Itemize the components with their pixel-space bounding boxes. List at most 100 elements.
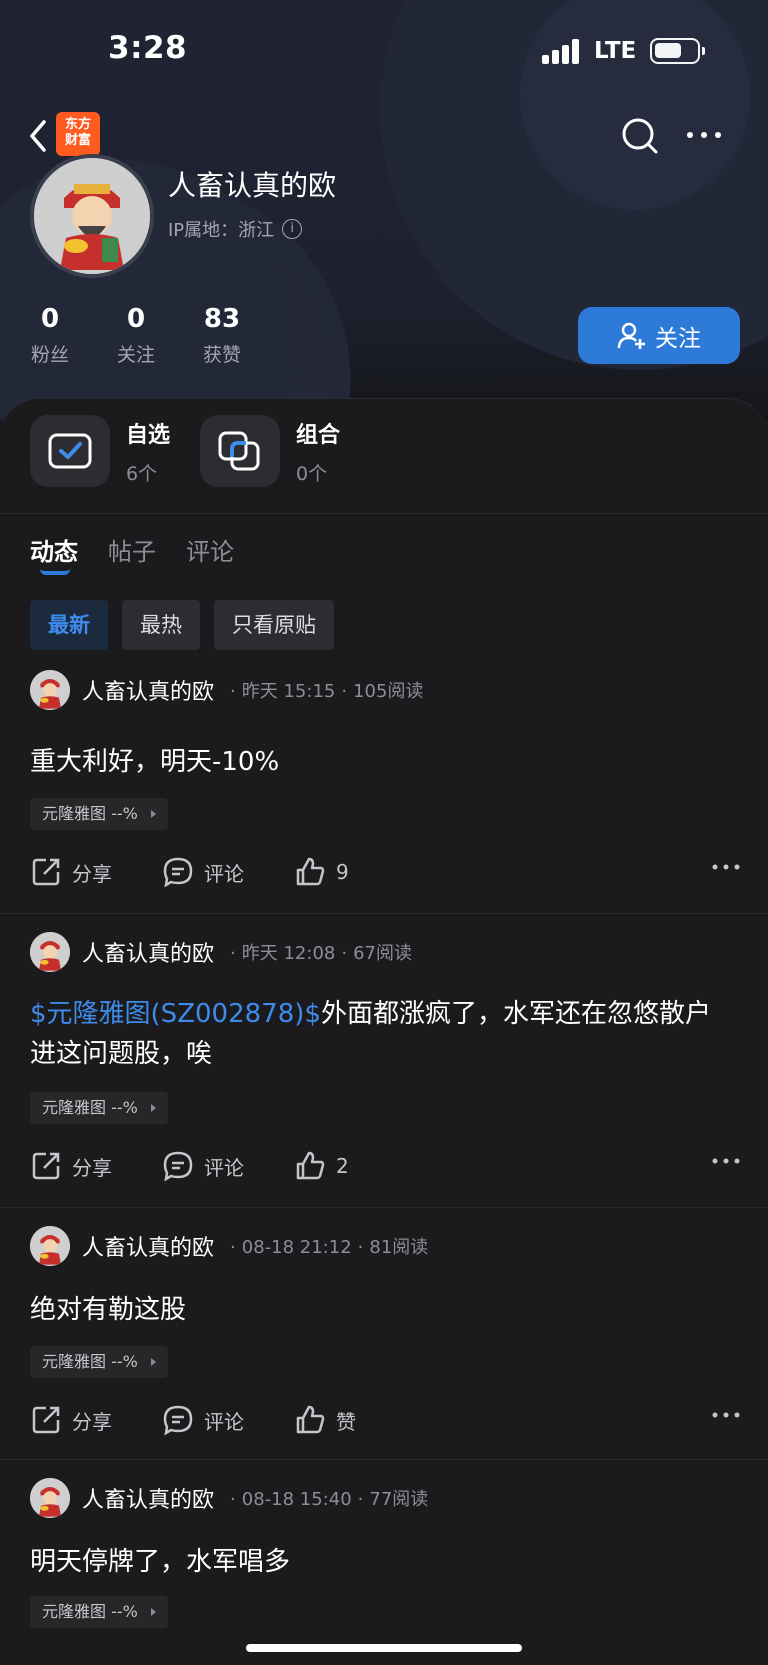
like-button[interactable]: 2	[294, 1150, 349, 1182]
list-item[interactable]: 人畜认真的欧 · 昨天 15:15 · 105阅读 重大利好，明天-10% 元隆雅图 …	[0, 652, 768, 914]
post-time: 08-18 15:40	[241, 1489, 352, 1510]
more-icon	[687, 132, 721, 138]
comment-button[interactable]: 评论	[162, 1404, 244, 1436]
filter-hottest[interactable]: 最热	[122, 600, 200, 650]
list-item[interactable]: 人畜认真的欧 · 08-18 21:12 · 81阅读 绝对有勒这股 元隆雅图 --%…	[0, 1208, 768, 1460]
list-item[interactable]: 人畜认真的欧 · 08-18 15:40 · 77阅读 明天停牌了，水军唱多 元隆雅图…	[0, 1460, 768, 1665]
follow-button[interactable]: 关注	[578, 307, 740, 364]
stock-tag[interactable]: 元隆雅图 --%	[30, 798, 168, 830]
comment-button[interactable]: 评论	[162, 1150, 244, 1182]
post-actions: 分享 评论 9	[30, 856, 740, 888]
post-actions: 分享 评论 2	[30, 1150, 740, 1182]
post-header: 人畜认真的欧 · 昨天 15:15 · 105阅读	[30, 670, 423, 710]
back-button[interactable]	[24, 116, 54, 156]
thumbs-up-icon	[296, 1151, 325, 1180]
list-item[interactable]: 人畜认真的欧 · 昨天 12:08 · 67阅读 $元隆雅图(SZ002878)$外面…	[0, 914, 768, 1208]
stock-tag[interactable]: 元隆雅图 --%	[30, 1092, 168, 1124]
status-time: 3:28	[108, 30, 188, 66]
thumbs-up-icon	[296, 1405, 325, 1434]
filter-original-only[interactable]: 只看原贴	[214, 600, 334, 650]
comment-icon	[163, 1405, 193, 1436]
stat-likes[interactable]: 83 获赞	[182, 304, 262, 367]
like-count: 赞	[336, 1409, 356, 1434]
portfolio-icon	[218, 431, 260, 471]
post-header: 人畜认真的欧 · 昨天 12:08 · 67阅读	[30, 932, 412, 972]
avatar[interactable]	[30, 670, 70, 710]
share-button[interactable]: 分享	[30, 1404, 112, 1436]
app-logo: 东方 财富	[56, 112, 100, 156]
post-author[interactable]: 人畜认真的欧	[82, 1482, 214, 1514]
post-time: 08-18 21:12	[241, 1237, 352, 1258]
avatar[interactable]	[30, 1478, 70, 1518]
share-button[interactable]: 分享	[30, 856, 112, 888]
fortune-god-avatar-icon	[30, 932, 70, 972]
stock-tag[interactable]: 元隆雅图 --%	[30, 1346, 168, 1378]
avatar[interactable]	[30, 1226, 70, 1266]
stat-fans[interactable]: 0 粉丝	[10, 304, 90, 367]
divider	[0, 513, 768, 514]
like-count: 9	[336, 860, 349, 884]
tab-comments[interactable]: 评论	[186, 532, 234, 567]
post-actions: 分享 评论 赞	[30, 1404, 740, 1436]
fortune-god-avatar-icon	[30, 1478, 70, 1518]
share-button[interactable]: 分享	[30, 1150, 112, 1182]
signal-icon	[542, 38, 582, 64]
post-reads: 81阅读	[369, 1237, 429, 1258]
post-content[interactable]: $元隆雅图(SZ002878)$外面都涨疯了，水军还在忽悠散户进这问题股，唉	[30, 994, 730, 1074]
home-indicator[interactable]	[246, 1644, 522, 1652]
stat-following[interactable]: 0 关注	[96, 304, 176, 367]
tab-posts[interactable]: 帖子	[108, 532, 156, 567]
post-time: 昨天 15:15	[241, 681, 336, 702]
share-icon	[32, 1152, 60, 1180]
filter-latest[interactable]: 最新	[30, 600, 108, 650]
post-content[interactable]: 明天停牌了，水军唱多	[30, 1542, 730, 1582]
tab-bar: 动态 帖子 评论	[30, 532, 234, 567]
active-tab-indicator	[40, 569, 70, 575]
post-time: 昨天 12:08	[241, 943, 336, 964]
quick-link-portfolio[interactable]: 组合 0个	[200, 415, 340, 487]
share-icon	[32, 1406, 60, 1434]
stock-link[interactable]: $元隆雅图(SZ002878)$	[30, 999, 321, 1029]
more-options-button[interactable]	[684, 120, 724, 150]
post-reads: 105阅读	[353, 681, 424, 702]
post-reads: 67阅读	[353, 943, 412, 964]
add-user-icon	[617, 322, 645, 349]
username: 人畜认真的欧	[168, 169, 337, 202]
watchlist-icon	[48, 433, 92, 469]
post-content[interactable]: 重大利好，明天-10%	[30, 742, 730, 782]
like-button[interactable]: 赞	[294, 1404, 356, 1436]
post-content[interactable]: 绝对有勒这股	[30, 1290, 730, 1330]
battery-icon	[650, 38, 705, 64]
post-header: 人畜认真的欧 · 08-18 15:40 · 77阅读	[30, 1478, 428, 1518]
more-icon[interactable]	[712, 1156, 740, 1166]
post-author[interactable]: 人畜认真的欧	[82, 936, 214, 968]
more-icon[interactable]	[712, 862, 740, 872]
search-button[interactable]	[620, 116, 660, 156]
tab-activity[interactable]: 动态	[30, 532, 78, 567]
like-count: 2	[336, 1154, 349, 1178]
ip-location: IP属地：浙江 i	[168, 216, 303, 242]
info-icon[interactable]: i	[282, 219, 303, 239]
post-author[interactable]: 人畜认真的欧	[82, 1230, 214, 1262]
share-icon	[32, 858, 60, 886]
fortune-god-avatar-icon	[30, 670, 70, 710]
thumbs-up-icon	[296, 857, 325, 886]
chevron-left-icon	[30, 120, 46, 152]
quick-link-watchlist[interactable]: 自选 6个	[30, 415, 170, 487]
post-header: 人畜认真的欧 · 08-18 21:12 · 81阅读	[30, 1226, 428, 1266]
stock-tag[interactable]: 元隆雅图 --%	[30, 1596, 168, 1628]
comment-icon	[163, 1151, 193, 1182]
fortune-god-avatar-icon	[30, 1226, 70, 1266]
avatar[interactable]	[30, 932, 70, 972]
fortune-god-avatar-icon	[34, 158, 150, 274]
like-button[interactable]: 9	[294, 856, 349, 888]
profile-avatar[interactable]	[30, 154, 154, 278]
network-label: LTE	[594, 38, 637, 64]
filter-bar: 最新 最热 只看原贴	[30, 600, 334, 650]
comment-icon	[163, 857, 193, 888]
comment-button[interactable]: 评论	[162, 856, 244, 888]
more-icon[interactable]	[712, 1410, 740, 1420]
profile-header: 3:28 LTE 东方 财富 人畜认真的欧 IP属地：浙江 i 0 粉丝 0 关…	[0, 0, 768, 420]
post-author[interactable]: 人畜认真的欧	[82, 674, 214, 706]
post-reads: 77阅读	[369, 1489, 429, 1510]
